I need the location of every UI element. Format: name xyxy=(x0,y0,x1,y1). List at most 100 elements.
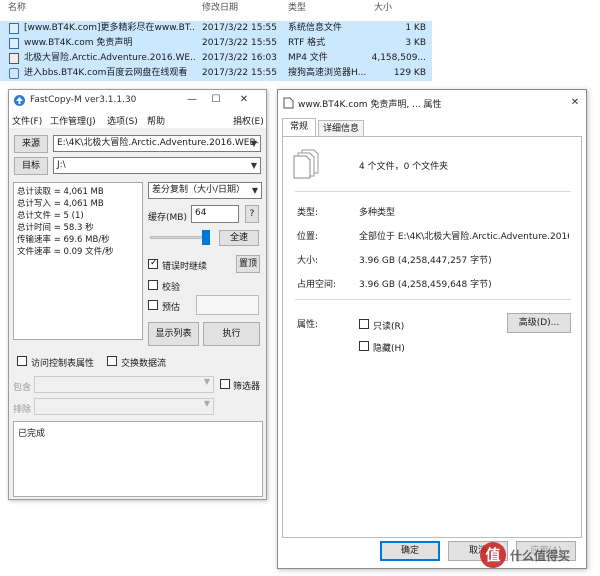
readonly-label: 只读(R) xyxy=(373,322,405,332)
advanced-button[interactable]: 高级(D)... xyxy=(507,313,571,333)
fastcopy-title-bar[interactable]: FastCopy-M ver3.1.1.30 — ☐ ✕ xyxy=(9,90,266,112)
streams-label: 交换数据流 xyxy=(121,359,167,369)
rtf-file-icon xyxy=(9,38,19,49)
fastcopy-menu-bar: 文件(F) 工作管理(J) 选项(S) 帮助 捐权(E) xyxy=(9,112,266,128)
file-name: 进入bbs.BT4K.com百度云网盘在线观看 xyxy=(24,68,188,78)
menu-donate[interactable]: 捐权(E) xyxy=(233,114,264,127)
execute-button[interactable]: 执行 xyxy=(203,322,260,346)
filter-label: 筛选器 xyxy=(233,382,261,392)
include-label: 包含 xyxy=(13,383,32,393)
watermark-text: 什么值得买 xyxy=(510,549,571,563)
properties-window: www.BT4K.com 免责声明, ... 属性 ✕ 常规 详细信息 4 个文… xyxy=(277,89,587,569)
buffer-input[interactable]: 64 xyxy=(191,205,239,223)
document-icon xyxy=(283,97,294,109)
chevron-down-icon[interactable]: ▼ xyxy=(252,183,258,198)
minimize-icon[interactable]: — xyxy=(185,93,199,107)
separator xyxy=(295,191,571,192)
file-name: www.BT4K.com 免责声明 xyxy=(24,38,133,48)
file-row[interactable]: 北极大冒险.Arctic.Adventure.2016.WE... 2017/3… xyxy=(0,51,432,66)
file-row[interactable]: 进入bbs.BT4K.com百度云网盘在线观看 2017/3/22 15:55 … xyxy=(0,66,432,81)
dest-path-field[interactable]: J:\ ▼ xyxy=(53,157,261,174)
size-on-disk-value: 3.96 GB (4,258,459,648 字节) xyxy=(359,280,492,290)
size-label: 大小: xyxy=(297,256,319,266)
column-header-size[interactable]: 大小 xyxy=(374,1,392,15)
column-header-type[interactable]: 类型 xyxy=(288,1,306,15)
include-field[interactable]: ▼ xyxy=(34,376,214,393)
fastcopy-app-icon xyxy=(14,95,25,106)
file-date: 2017/3/22 15:55 xyxy=(202,68,277,78)
column-header-date[interactable]: 修改日期 xyxy=(202,1,238,15)
size-value: 3.96 GB (4,258,447,257 字节) xyxy=(359,256,492,266)
file-row[interactable]: www.BT4K.com 免责声明 2017/3/22 15:55 RTF 格式… xyxy=(0,36,432,51)
menu-options[interactable]: 选项(S) xyxy=(107,114,138,127)
fastcopy-title: FastCopy-M ver3.1.1.30 xyxy=(30,95,137,105)
speed-slider-track xyxy=(150,236,210,239)
streams-checkbox[interactable] xyxy=(107,356,117,366)
file-type: RTF 格式 xyxy=(288,38,326,48)
type-label: 类型: xyxy=(297,208,319,218)
location-label: 位置: xyxy=(297,232,319,242)
menu-help[interactable]: 帮助 xyxy=(147,114,165,127)
file-size: 4,158,509... xyxy=(371,53,426,63)
tab-details[interactable]: 详细信息 xyxy=(318,120,364,137)
properties-panel: 4 个文件，0 个文件夹 类型: 多种类型 位置: 全部位于 E:\4K\北极大… xyxy=(282,136,582,538)
speed-slider[interactable] xyxy=(148,228,212,246)
maximize-icon[interactable]: ☐ xyxy=(209,93,223,107)
fastcopy-window: FastCopy-M ver3.1.1.30 — ☐ ✕ 文件(F) 工作管理(… xyxy=(8,89,267,500)
file-count-summary: 4 个文件，0 个文件夹 xyxy=(359,162,449,172)
help-button[interactable]: ? xyxy=(245,205,259,223)
stats-panel: 总计读取 = 4,061 MB 总计写入 = 4,061 MB 总计文件 = 5… xyxy=(13,182,143,340)
verify-label: 校验 xyxy=(162,283,181,293)
close-icon[interactable]: ✕ xyxy=(237,93,251,107)
watermark: 值 什么值得买 xyxy=(480,540,600,574)
stat-line: 总计文件 = 5 (1) xyxy=(17,211,84,221)
buffer-label: 缓存(MB) xyxy=(148,213,187,223)
file-type: MP4 文件 xyxy=(288,53,328,63)
stat-line: 传输速率 = 69.6 MB/秒 xyxy=(17,235,110,245)
readonly-checkbox[interactable] xyxy=(359,319,369,329)
column-header-name[interactable]: 名称 xyxy=(8,1,26,15)
estimate-field xyxy=(196,295,259,315)
source-path-field[interactable]: E:\4K\北极大冒险.Arctic.Adventure.2016.WEB- ▼ xyxy=(53,135,261,152)
hidden-checkbox[interactable] xyxy=(359,341,369,351)
properties-title-bar[interactable]: www.BT4K.com 免责声明, ... 属性 ✕ xyxy=(278,90,586,116)
menu-tasks[interactable]: 工作管理(J) xyxy=(50,114,96,127)
acl-checkbox[interactable] xyxy=(17,356,27,366)
verify-checkbox[interactable] xyxy=(148,280,158,290)
exclude-field[interactable]: ▼ xyxy=(34,398,214,415)
file-size: 3 KB xyxy=(405,38,426,48)
file-type: 搜狗高速浏览器H... xyxy=(288,68,367,78)
chevron-down-icon[interactable]: ▼ xyxy=(204,399,210,408)
continue-on-error-label: 错误时继续 xyxy=(162,262,208,272)
menu-file[interactable]: 文件(F) xyxy=(12,114,42,127)
file-date: 2017/3/22 15:55 xyxy=(202,38,277,48)
estimate-label: 预估 xyxy=(162,303,181,313)
full-speed-button[interactable]: 全速 xyxy=(219,230,259,246)
attributes-label: 属性: xyxy=(297,320,319,330)
info-file-icon xyxy=(9,23,19,34)
file-date: 2017/3/22 16:03 xyxy=(202,53,277,63)
list-button[interactable]: 显示列表 xyxy=(148,322,199,346)
close-icon[interactable]: ✕ xyxy=(568,96,582,110)
separator xyxy=(295,299,571,300)
chevron-down-icon[interactable]: ▼ xyxy=(251,158,257,173)
chevron-down-icon[interactable]: ▼ xyxy=(251,136,257,151)
continue-on-error-checkbox[interactable] xyxy=(148,258,158,269)
file-row[interactable]: [www.BT4K.com]更多精彩尽在www.BT... 2017/3/22 … xyxy=(0,21,432,36)
file-type: 系统信息文件 xyxy=(288,23,343,33)
chevron-down-icon[interactable]: ▼ xyxy=(204,377,210,386)
stat-line: 文件速率 = 0.09 文件/秒 xyxy=(17,247,114,257)
tab-general[interactable]: 常规 xyxy=(282,118,316,137)
copy-mode-select[interactable]: 差分复制（大小/日期） ▼ xyxy=(148,182,262,199)
multiple-files-icon xyxy=(293,149,319,179)
file-name: 北极大冒险.Arctic.Adventure.2016.WE... xyxy=(24,53,196,63)
file-name: [www.BT4K.com]更多精彩尽在www.BT... xyxy=(24,23,196,33)
dest-button[interactable]: 目标 xyxy=(14,157,48,175)
source-button[interactable]: 来源 xyxy=(14,135,48,153)
location-value: 全部位于 E:\4K\北极大冒险.Arctic.Adventure.2016.W xyxy=(359,232,569,242)
filter-checkbox[interactable] xyxy=(220,379,230,389)
estimate-checkbox[interactable] xyxy=(148,300,158,310)
speed-slider-thumb[interactable] xyxy=(202,230,210,245)
always-on-top-button[interactable]: 置顶 xyxy=(236,255,260,273)
ok-button[interactable]: 确定 xyxy=(380,541,440,561)
